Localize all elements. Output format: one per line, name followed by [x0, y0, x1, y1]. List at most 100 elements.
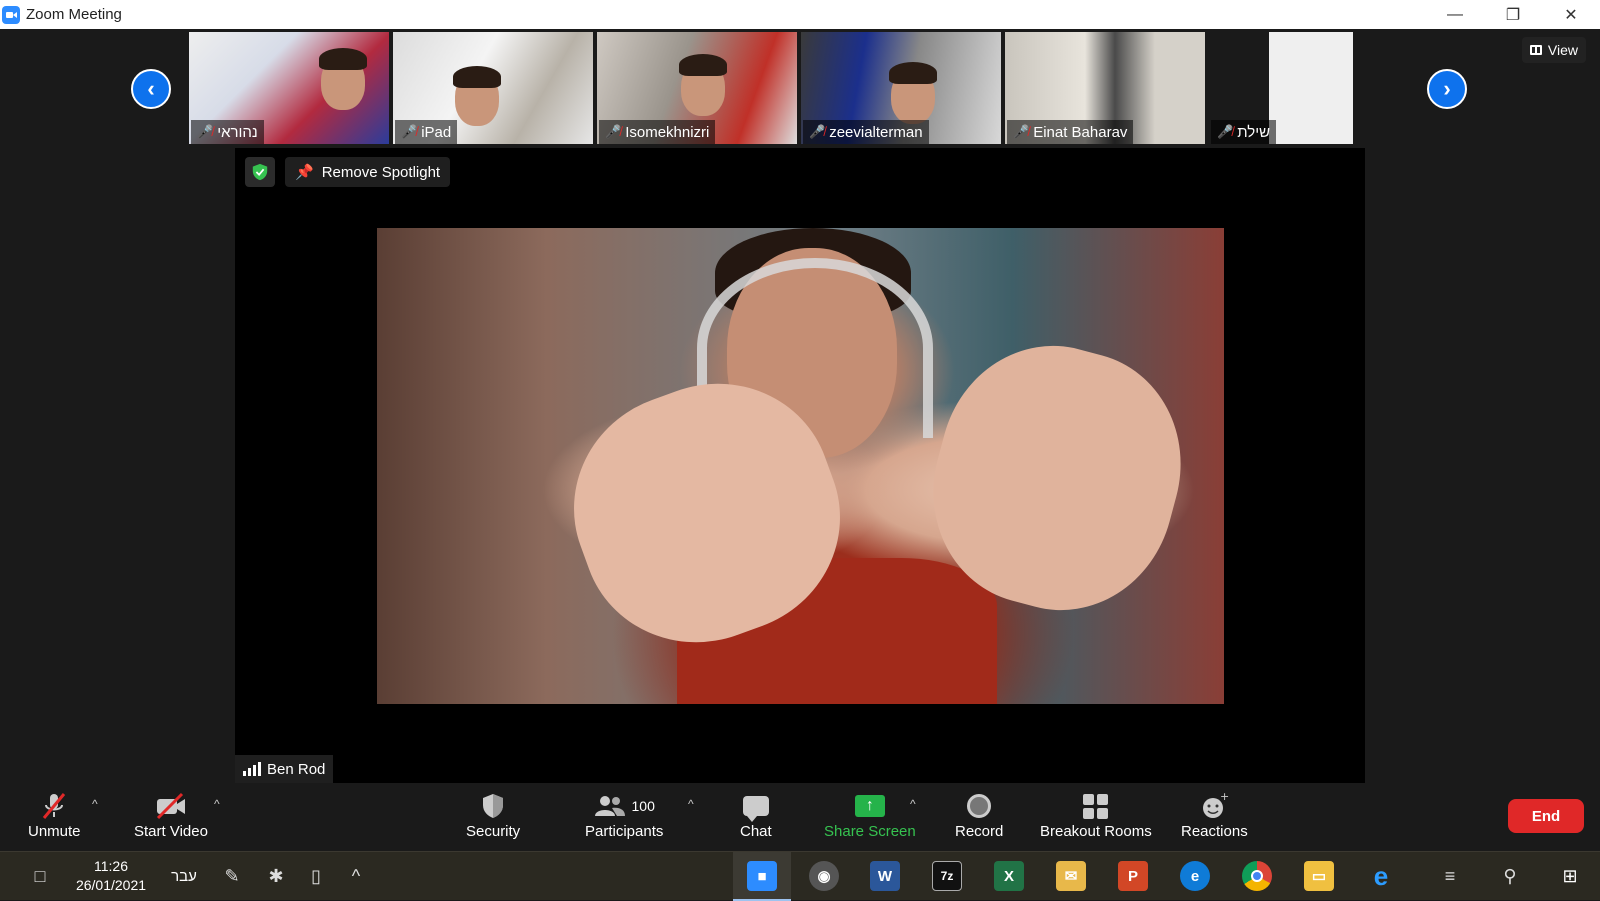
share-screen-icon: ↑: [854, 789, 885, 823]
record-label: Record: [955, 823, 1004, 840]
remove-spotlight-button[interactable]: 📌 Remove Spotlight: [285, 157, 451, 187]
participant-name: שילת: [1237, 123, 1271, 141]
view-button[interactable]: View: [1521, 37, 1586, 63]
participant-tile[interactable]: 🎤̸ שילת: [1209, 32, 1409, 144]
participant-name: iPad: [421, 123, 452, 141]
title-bar: Zoom Meeting — ❐ ✕: [0, 0, 1600, 29]
restore-button[interactable]: ❐: [1484, 0, 1542, 29]
taskbar-clock[interactable]: 11:26 26/01/2021: [66, 857, 156, 895]
muted-mic-icon: 🎤̸: [401, 124, 418, 139]
chat-label: Chat: [740, 823, 772, 840]
participants-options-caret[interactable]: ^: [688, 797, 694, 811]
participant-video: [453, 66, 501, 88]
reactions-label: Reactions: [1181, 823, 1248, 840]
chrome-icon[interactable]: [1242, 861, 1272, 891]
participant-tile[interactable]: 🎤̸ Einat Baharav: [1005, 32, 1205, 144]
internet-explorer-icon[interactable]: e: [1366, 861, 1396, 891]
edge-icon[interactable]: e: [1180, 861, 1210, 891]
participant-label: 🎤̸ Einat Baharav: [1007, 120, 1134, 144]
participant-label: 🎤̸ iPad: [395, 120, 458, 144]
participants-count: 100: [631, 798, 655, 814]
participant-name: Einat Baharav: [1033, 123, 1128, 141]
participant-label: 🎤̸ Isomekhnizri: [599, 120, 716, 144]
pin-icon: 📌: [295, 164, 314, 181]
windows-start-icon[interactable]: ⊞: [1554, 860, 1586, 892]
file-explorer-icon[interactable]: ▭: [1304, 861, 1334, 891]
gallery-view-icon: [1529, 45, 1542, 55]
participant-tile[interactable]: 🎤̸ נהוראי: [189, 32, 389, 144]
show-hidden-icons-chevron-icon[interactable]: ^: [340, 860, 372, 892]
participant-tile[interactable]: 🎤̸ zeevialterman: [801, 32, 1001, 144]
connection-signal-icon: [243, 762, 261, 776]
action-center-icon[interactable]: □: [24, 860, 56, 892]
shield-check-icon: [252, 163, 268, 181]
close-button[interactable]: ✕: [1542, 0, 1600, 29]
breakout-rooms-button[interactable]: Breakout Rooms: [1040, 789, 1152, 840]
zoom-app-icon[interactable]: ■: [747, 861, 777, 891]
participant-gallery: ‹ 🎤̸ נהוראי 🎤̸ iPad 🎤̸ Isomekhnizri 🎤̸ z…: [0, 29, 1600, 147]
reactions-button[interactable]: + Reactions: [1181, 789, 1248, 840]
muted-mic-icon: 🎤̸: [605, 124, 622, 139]
media-player-icon[interactable]: ◉: [809, 861, 839, 891]
smiley-add-icon: +: [1199, 789, 1229, 823]
input-language-indicator[interactable]: עבר: [168, 860, 200, 892]
remove-spotlight-label: Remove Spotlight: [321, 163, 441, 181]
security-button[interactable]: Security: [466, 789, 520, 840]
word-icon[interactable]: W: [870, 861, 900, 891]
shield-icon: [480, 789, 506, 823]
powerpoint-icon[interactable]: P: [1118, 861, 1148, 891]
network-icon[interactable]: ✱: [260, 860, 292, 892]
next-page-button[interactable]: ›: [1427, 69, 1467, 109]
window-controls: — ❐ ✕: [1426, 0, 1600, 29]
svg-text:+: +: [1220, 791, 1229, 803]
security-label: Security: [466, 823, 521, 840]
unmute-label: Unmute: [28, 823, 81, 840]
audio-options-caret[interactable]: ^: [92, 797, 98, 811]
excel-icon[interactable]: X: [994, 861, 1024, 891]
muted-mic-icon: 🎤̸: [1013, 124, 1030, 139]
participants-icon: 100: [594, 789, 655, 823]
participant-video: [679, 54, 727, 76]
participant-video: [319, 48, 367, 70]
start-video-label: Start Video: [134, 823, 208, 840]
7zip-icon[interactable]: 7z: [932, 861, 962, 891]
end-meeting-button[interactable]: End: [1508, 799, 1584, 833]
participant-video: [889, 62, 937, 84]
start-video-button[interactable]: Start Video: [134, 789, 208, 840]
previous-page-button[interactable]: ‹: [131, 69, 171, 109]
chat-button[interactable]: Chat: [740, 789, 772, 840]
meeting-toolbar: Unmute ^ Start Video ^ Security 100 Part…: [0, 783, 1600, 851]
battery-icon[interactable]: ▯: [300, 860, 332, 892]
muted-mic-icon: 🎤̸: [1217, 124, 1234, 139]
chat-icon: [742, 789, 769, 823]
speaker-video: [377, 228, 1224, 704]
security-verified-badge[interactable]: [245, 157, 275, 187]
unmute-button[interactable]: Unmute: [28, 789, 81, 840]
share-options-caret[interactable]: ^: [910, 797, 916, 811]
muted-microphone-icon: [39, 789, 69, 823]
participant-label: 🎤̸ נהוראי: [191, 120, 264, 144]
view-label: View: [1547, 42, 1578, 58]
pen-icon[interactable]: ✎: [216, 860, 248, 892]
video-off-icon: [154, 789, 188, 823]
outlook-contacts-icon[interactable]: ✉: [1056, 861, 1086, 891]
participant-label: 🎤̸ שילת: [1211, 120, 1277, 144]
zoom-logo-icon: [2, 5, 20, 24]
participants-button[interactable]: 100 Participants: [585, 789, 663, 840]
speaker-name-tag: Ben Rod: [235, 755, 334, 783]
video-options-caret[interactable]: ^: [214, 797, 220, 811]
search-icon[interactable]: ⚲: [1494, 860, 1526, 892]
clock-date: 26/01/2021: [75, 877, 147, 893]
share-screen-button[interactable]: ↑ Share Screen: [824, 789, 916, 840]
record-icon: [967, 789, 992, 823]
thumbnail-strip: 🎤̸ נהוראי 🎤̸ iPad 🎤̸ Isomekhnizri �: [189, 32, 1409, 144]
windows-taskbar: □ 11:26 26/01/2021 עבר ✎ ✱ ▯ ^ ■ ◉ W 7z …: [0, 851, 1600, 901]
task-view-icon[interactable]: ≡: [1434, 860, 1466, 892]
participants-label: Participants: [585, 823, 664, 840]
participant-tile[interactable]: 🎤̸ Isomekhnizri: [597, 32, 797, 144]
record-button[interactable]: Record: [955, 789, 1003, 840]
participant-name: Isomekhnizri: [625, 123, 710, 141]
share-screen-label: Share Screen: [824, 823, 916, 840]
minimize-button[interactable]: —: [1426, 0, 1484, 29]
participant-tile[interactable]: 🎤̸ iPad: [393, 32, 593, 144]
